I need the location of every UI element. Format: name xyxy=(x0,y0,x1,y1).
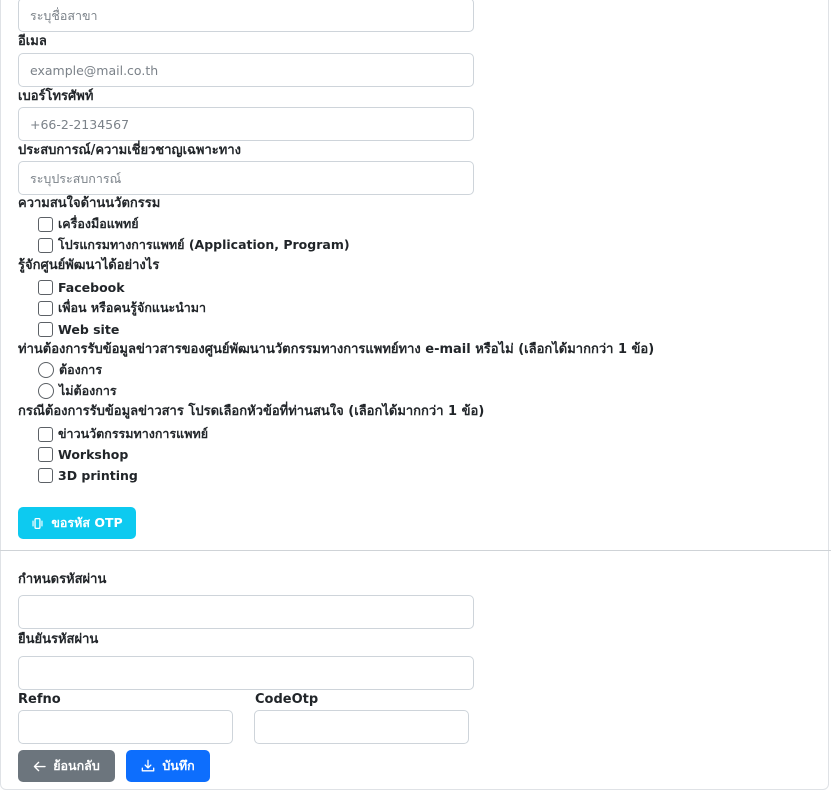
option-label: ข่าวนวัตกรรมทางการแพทย์ xyxy=(58,426,209,441)
branch-input[interactable] xyxy=(18,0,474,32)
checkbox[interactable] xyxy=(38,446,53,462)
email-label: อีเมล xyxy=(18,34,47,49)
back-label: ย้อนกลับ xyxy=(53,758,100,773)
option-label: 3D printing xyxy=(58,467,138,483)
checkbox[interactable] xyxy=(38,300,53,316)
option-label: เพื่อน หรือคนรู้จักแนะนำมา xyxy=(58,300,207,315)
option-label: เครื่องมือแพทย์ xyxy=(58,216,139,231)
checkbox[interactable] xyxy=(38,321,53,337)
know-option-facebook[interactable]: Facebook xyxy=(38,277,125,297)
back-button[interactable]: ย้อนกลับ xyxy=(18,750,115,782)
refno-label: Refno xyxy=(18,692,61,707)
download-icon xyxy=(142,759,155,772)
experience-input[interactable] xyxy=(18,161,474,195)
request-otp-label: ขอรหัส OTP xyxy=(51,515,123,530)
arrow-left-icon xyxy=(33,761,46,771)
codeotp-input[interactable] xyxy=(254,710,469,744)
option-label: Workshop xyxy=(58,446,129,462)
news-topics-label: กรณีต้องการรับข้อมูลข่าวสาร โปรดเลือกหัว… xyxy=(18,404,485,419)
radio-button[interactable] xyxy=(38,362,54,378)
save-button[interactable]: บันทึก xyxy=(126,750,210,782)
innovation-interest-label: ความสนใจด้านนวัตกรรม xyxy=(18,196,161,211)
section-divider xyxy=(0,550,831,551)
request-otp-button[interactable]: ขอรหัส OTP xyxy=(18,507,136,539)
checkbox[interactable] xyxy=(38,237,53,253)
option-label: Web site xyxy=(58,321,120,337)
topic-option-3d-printing[interactable]: 3D printing xyxy=(38,465,138,485)
interest-option-medical-device[interactable]: เครื่องมือแพทย์ xyxy=(38,214,139,234)
topic-option-workshop[interactable]: Workshop xyxy=(38,444,128,464)
checkbox[interactable] xyxy=(38,467,53,483)
option-label: Facebook xyxy=(58,279,125,295)
confirm-password-label: ยืนยันรหัสผ่าน xyxy=(18,632,99,647)
refno-input[interactable] xyxy=(18,710,233,744)
news-email-option-yes[interactable]: ต้องการ xyxy=(38,360,102,380)
know-center-label: รู้จักศูนย์พัฒนาได้อย่างไร xyxy=(18,258,160,273)
know-option-website[interactable]: Web site xyxy=(38,319,119,339)
news-email-label: ท่านต้องการรับข้อมูลข่าวสารของศูนย์พัฒนา… xyxy=(18,342,655,357)
password-label: กำหนดรหัสผ่าน xyxy=(18,572,107,587)
phone-input[interactable] xyxy=(18,107,474,141)
topic-option-medical-innovation-news[interactable]: ข่าวนวัตกรรมทางการแพทย์ xyxy=(38,424,208,444)
radio-button[interactable] xyxy=(38,383,54,399)
phone-vibrate-icon xyxy=(32,517,43,529)
news-email-option-no[interactable]: ไม่ต้องการ xyxy=(38,381,117,401)
option-label: ต้องการ xyxy=(59,362,103,377)
option-label: โปรแกรมทางการแพทย์ (Application, Program… xyxy=(58,237,350,252)
checkbox[interactable] xyxy=(38,279,53,295)
experience-label: ประสบการณ์/ความเชี่ยวชาญเฉพาะทาง xyxy=(18,143,241,158)
phone-label: เบอร์โทรศัพท์ xyxy=(18,89,94,104)
save-label: บันทึก xyxy=(162,758,195,773)
checkbox[interactable] xyxy=(38,426,53,442)
know-option-friend[interactable]: เพื่อน หรือคนรู้จักแนะนำมา xyxy=(38,298,206,318)
password-input[interactable] xyxy=(18,595,474,629)
confirm-password-input[interactable] xyxy=(18,656,474,690)
email-input[interactable] xyxy=(18,53,474,87)
codeotp-label: CodeOtp xyxy=(255,692,319,707)
checkbox[interactable] xyxy=(38,216,53,232)
interest-option-medical-software[interactable]: โปรแกรมทางการแพทย์ (Application, Program… xyxy=(38,235,350,255)
option-label: ไม่ต้องการ xyxy=(59,383,117,398)
